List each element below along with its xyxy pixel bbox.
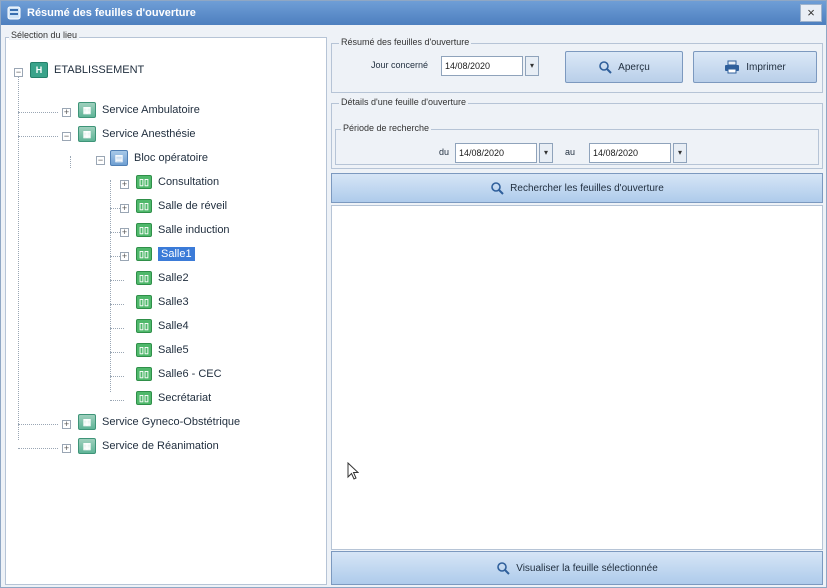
du-label: du	[439, 147, 450, 157]
results-list[interactable]	[331, 205, 823, 550]
room-icon: ▯▯	[136, 391, 152, 405]
mouse-pointer-icon	[347, 462, 359, 480]
expand-etablissement-icon[interactable]: −	[14, 68, 23, 77]
expand-reanimation-icon[interactable]: +	[62, 444, 71, 453]
magnifier-icon	[490, 181, 504, 195]
room-icon: ▯▯	[136, 223, 152, 237]
service-icon: ▦	[78, 102, 96, 118]
tree-node-secretariat[interactable]: ▯▯ Secrétariat	[136, 388, 211, 408]
location-tree-panel[interactable]: − H ETABLISSEMENT + ▦ Service Ambulatoir…	[5, 37, 327, 585]
du-dropdown-icon[interactable]: ▾	[539, 143, 553, 163]
room-icon: ▯▯	[136, 199, 152, 213]
jour-concerne-label: Jour concerné	[371, 60, 429, 70]
tree-node-consultation[interactable]: ▯▯ Consultation	[136, 172, 219, 192]
periode-group	[335, 129, 819, 165]
building-icon: H	[30, 62, 48, 78]
view-selected-sheet-button[interactable]: Visualiser la feuille sélectionnée	[331, 551, 823, 585]
expand-salle-induction-icon[interactable]: +	[120, 228, 129, 237]
bloc-icon: ▤	[110, 150, 128, 166]
expand-bloc-icon[interactable]: −	[96, 156, 105, 165]
app-icon	[7, 6, 21, 20]
close-button[interactable]: ×	[800, 4, 822, 22]
summary-group-legend: Résumé des feuilles d'ouverture	[339, 37, 472, 47]
au-date-field[interactable]: 14/08/2020	[589, 143, 671, 163]
tree-node-salle6-cec[interactable]: ▯▯ Salle6 - CEC	[136, 364, 222, 384]
jour-dropdown-icon[interactable]: ▾	[525, 56, 539, 76]
expand-ambulatoire-icon[interactable]: +	[62, 108, 71, 117]
tree-node-salle1[interactable]: ▯▯ Salle1	[136, 244, 195, 264]
room-icon: ▯▯	[136, 271, 152, 285]
tree-node-etablissement[interactable]: H ETABLISSEMENT	[30, 60, 144, 80]
service-icon: ▦	[78, 438, 96, 454]
tree-node-service-gyneco[interactable]: ▦ Service Gyneco-Obstétrique	[78, 412, 240, 432]
location-group-legend: Sélection du lieu	[9, 30, 80, 40]
tree-node-salle-de-reveil[interactable]: ▯▯ Salle de réveil	[136, 196, 227, 216]
tree-node-salle4[interactable]: ▯▯ Salle4	[136, 316, 189, 336]
tree-node-salle-induction[interactable]: ▯▯ Salle induction	[136, 220, 230, 240]
apercu-button[interactable]: Aperçu	[565, 51, 683, 83]
expand-gyneco-icon[interactable]: +	[62, 420, 71, 429]
periode-group-legend: Période de recherche	[341, 123, 432, 133]
search-sheets-button[interactable]: Rechercher les feuilles d'ouverture	[331, 173, 823, 203]
tree-node-salle5[interactable]: ▯▯ Salle5	[136, 340, 189, 360]
tree-node-salle3[interactable]: ▯▯ Salle3	[136, 292, 189, 312]
service-icon: ▦	[78, 414, 96, 430]
dialog-window: Résumé des feuilles d'ouverture × Sélect…	[0, 0, 827, 588]
expand-anesthesie-icon[interactable]: −	[62, 132, 71, 141]
printer-icon	[724, 60, 740, 74]
details-group-legend: Détails d'une feuille d'ouverture	[339, 97, 469, 107]
tree-node-salle2[interactable]: ▯▯ Salle2	[136, 268, 189, 288]
jour-concerne-field[interactable]: 14/08/2020	[441, 56, 523, 76]
tree-node-bloc-operatoire[interactable]: ▤ Bloc opératoire	[110, 148, 208, 168]
room-icon: ▯▯	[136, 367, 152, 381]
expand-salle1-icon[interactable]: +	[120, 252, 129, 261]
room-icon: ▯▯	[136, 295, 152, 309]
window-title: Résumé des feuilles d'ouverture	[27, 7, 196, 19]
tree-node-service-anesthesie[interactable]: ▦ Service Anesthésie	[78, 124, 196, 144]
du-date-field[interactable]: 14/08/2020	[455, 143, 537, 163]
service-icon: ▦	[78, 126, 96, 142]
magnifier-icon	[598, 60, 612, 74]
au-label: au	[565, 147, 576, 157]
tree-node-service-reanimation[interactable]: ▦ Service de Réanimation	[78, 436, 219, 456]
room-icon: ▯▯	[136, 247, 152, 261]
room-icon: ▯▯	[136, 175, 152, 189]
room-icon: ▯▯	[136, 319, 152, 333]
title-bar[interactable]: Résumé des feuilles d'ouverture ×	[1, 1, 826, 25]
tree-node-service-ambulatoire[interactable]: ▦ Service Ambulatoire	[78, 100, 200, 120]
imprimer-button[interactable]: Imprimer	[693, 51, 817, 83]
au-dropdown-icon[interactable]: ▾	[673, 143, 687, 163]
right-panel: Résumé des feuilles d'ouverture Jour con…	[331, 37, 823, 585]
expand-consultation-icon[interactable]: +	[120, 180, 129, 189]
magnifier-icon	[496, 561, 510, 575]
expand-salle-reveil-icon[interactable]: +	[120, 204, 129, 213]
room-icon: ▯▯	[136, 343, 152, 357]
